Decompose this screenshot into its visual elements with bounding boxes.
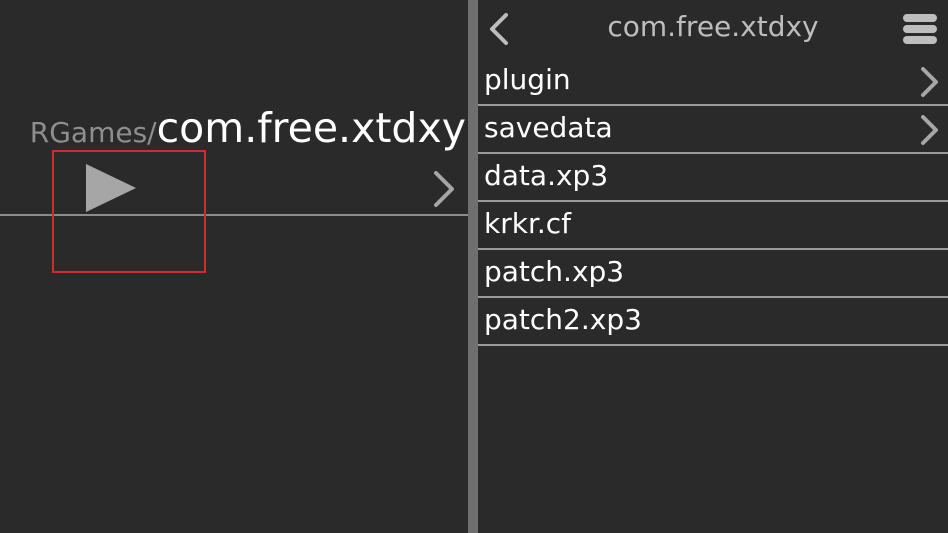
file-list: plugin savedata data.xp3 krkr.cf patch.x… (478, 58, 948, 346)
page-title: com.free.xtdxy (607, 10, 819, 43)
file-name: patch2.xp3 (484, 303, 642, 336)
breadcrumb-parent[interactable]: RGames/ (30, 116, 157, 149)
highlight-box (52, 150, 206, 273)
file-name: patch.xp3 (484, 255, 625, 288)
file-name: krkr.cf (484, 207, 572, 240)
chevron-right-icon (918, 114, 940, 146)
file-name: data.xp3 (484, 159, 609, 192)
file-name: plugin (484, 63, 571, 96)
list-item[interactable]: data.xp3 (478, 154, 948, 202)
breadcrumb-current-folder: com.free.xtdxy (156, 104, 466, 152)
right-pane: com.free.xtdxy plugin savedata data.xp3 … (478, 0, 948, 533)
back-button[interactable] (488, 12, 510, 46)
list-item[interactable]: patch2.xp3 (478, 298, 948, 346)
list-item[interactable]: savedata (478, 106, 948, 154)
app-window: RGames/com.free.xtdxy com.free.xtdxy plu… (0, 0, 948, 533)
list-item[interactable]: plugin (478, 58, 948, 106)
left-pane: RGames/com.free.xtdxy (0, 0, 468, 533)
menu-icon[interactable] (903, 14, 937, 44)
breadcrumb: RGames/com.free.xtdxy (30, 104, 466, 152)
chevron-right-icon (918, 66, 940, 98)
pane-splitter[interactable] (468, 0, 478, 533)
list-item[interactable]: krkr.cf (478, 202, 948, 250)
file-name: savedata (484, 111, 613, 144)
chevron-left-icon (488, 12, 510, 46)
chevron-right-icon[interactable] (432, 170, 456, 208)
list-item[interactable]: patch.xp3 (478, 250, 948, 298)
